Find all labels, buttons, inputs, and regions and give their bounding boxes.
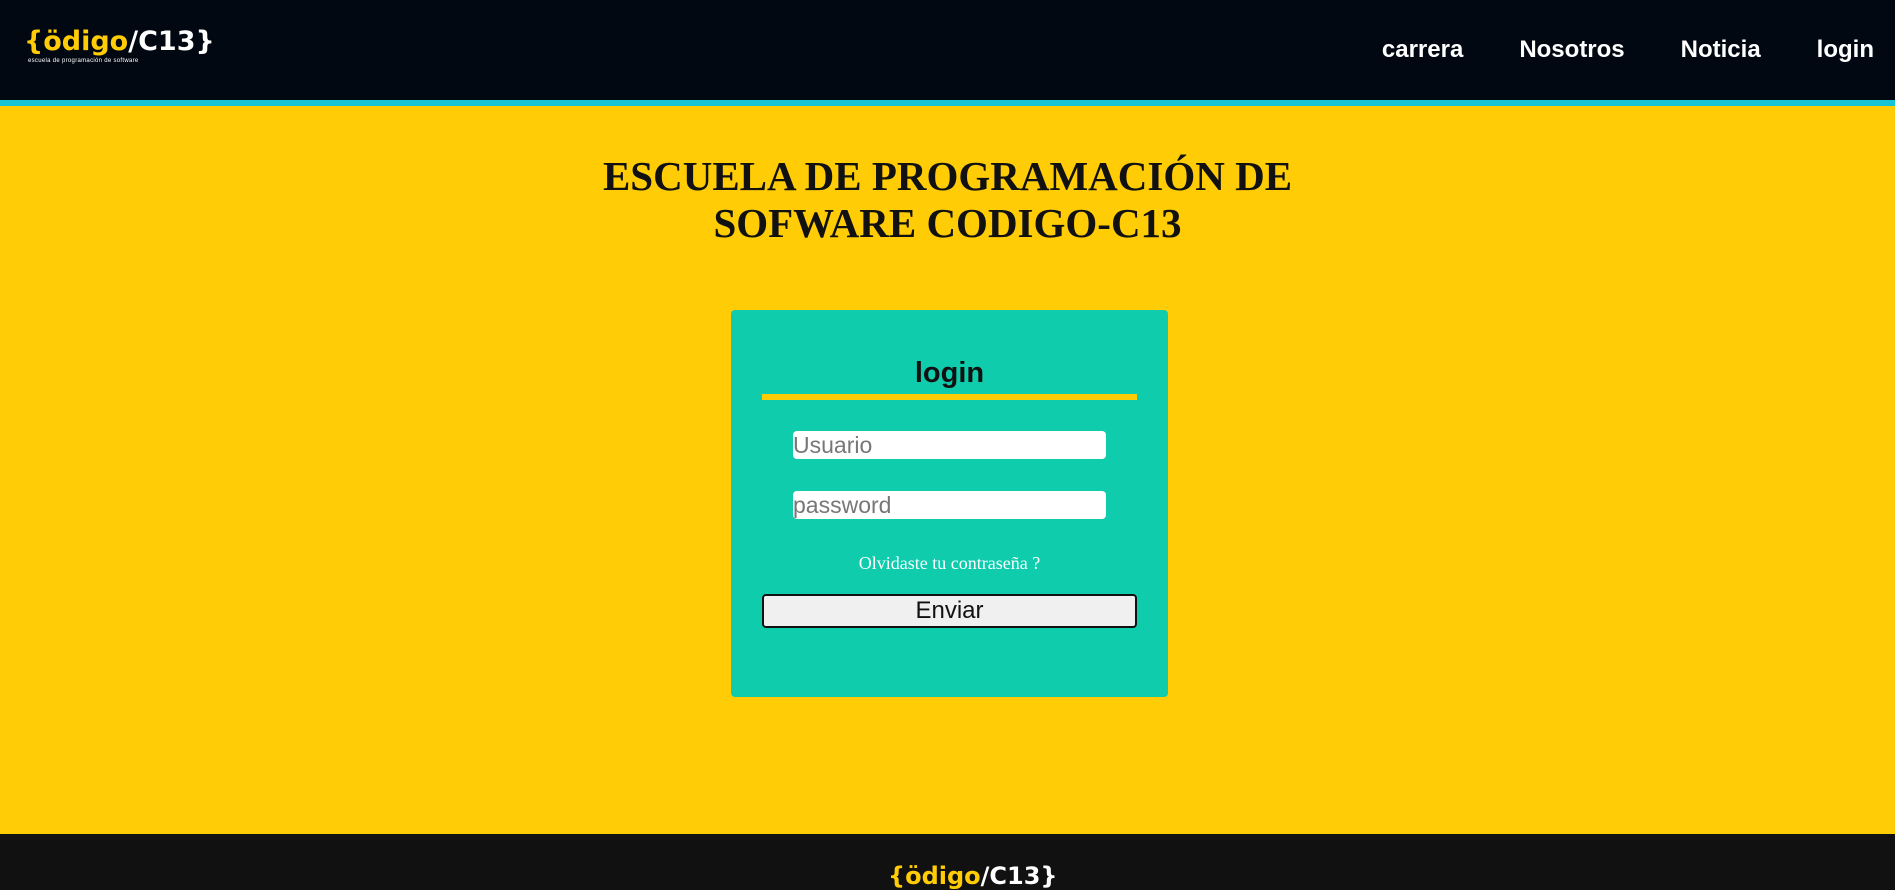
site-footer: {ödigo/C13}: [0, 834, 1895, 890]
page-title-line-2: SOFWARE CODIGO-C13: [713, 200, 1182, 246]
site-logo[interactable]: {ödigo/C13} escuela de programación de s…: [24, 26, 215, 67]
nav-link-login[interactable]: login: [1817, 36, 1874, 64]
login-card: login Olvidaste tu contraseña ? Enviar: [731, 310, 1168, 697]
page-title-line-1: ESCUELA DE PROGRAMACIÓN DE: [602, 153, 1293, 199]
forgot-password-link[interactable]: Olvidaste tu contraseña ?: [731, 553, 1168, 574]
logo-tagline: escuela de programación de software: [28, 58, 139, 64]
main-nav: carrera Nosotros Noticia login: [1326, 0, 1895, 100]
nav-link-nosotros[interactable]: Nosotros: [1519, 36, 1624, 64]
footer-logo[interactable]: {ödigo/C13}: [888, 862, 1058, 890]
login-title-divider: [762, 394, 1137, 400]
logo-brand-main: {ödigo: [24, 26, 129, 57]
password-input[interactable]: [793, 491, 1106, 519]
page-title: ESCUELA DE PROGRAMACIÓN DE SOFWARE CODIG…: [0, 153, 1895, 247]
nav-link-noticia[interactable]: Noticia: [1681, 36, 1761, 64]
username-input[interactable]: [793, 431, 1106, 459]
logo-wordmark: {ödigo/C13}: [24, 26, 215, 57]
logo-brand-slash: /C13}: [128, 26, 215, 57]
login-title: login: [914, 357, 985, 389]
site-header: {ödigo/C13} escuela de programación de s…: [0, 0, 1895, 106]
footer-logo-main: {ödigo: [888, 862, 981, 890]
nav-link-carrera[interactable]: carrera: [1382, 36, 1463, 64]
footer-logo-slash: /C13}: [980, 862, 1058, 890]
submit-button[interactable]: Enviar: [762, 594, 1137, 628]
